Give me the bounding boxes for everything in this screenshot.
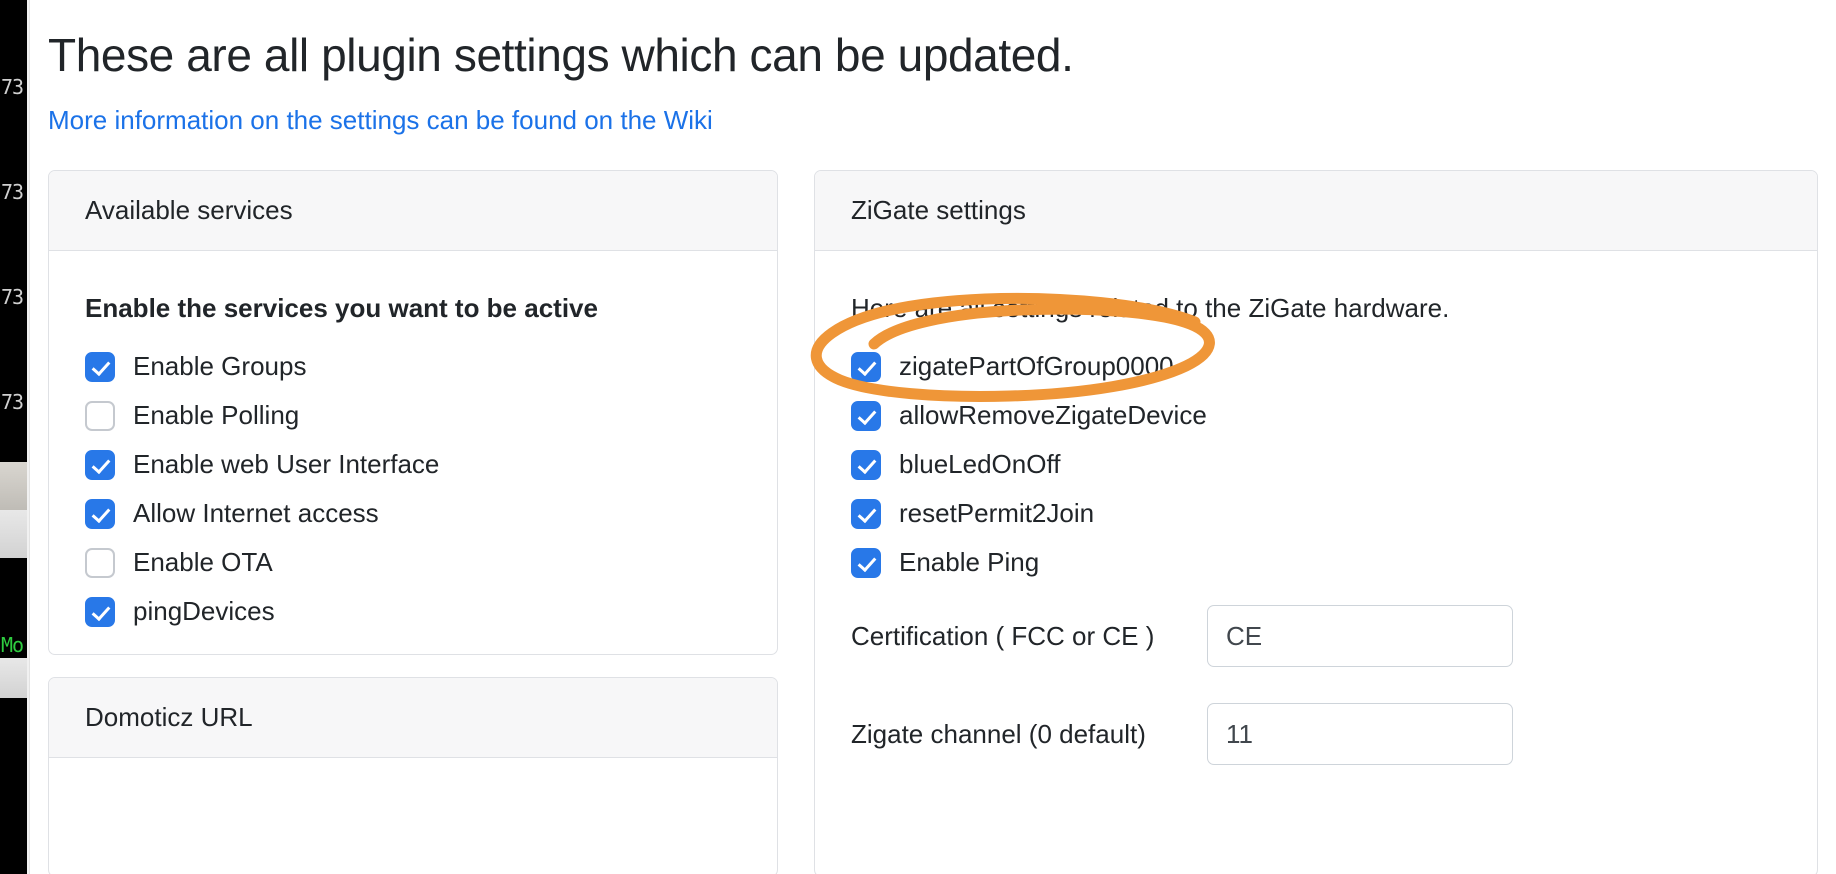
checkbox-row-enable-polling[interactable]: Enable Polling	[85, 391, 741, 440]
checkbox-enable-ota[interactable]	[85, 547, 115, 578]
checkbox-label: resetPermit2Join	[899, 498, 1095, 528]
checkbox-label: Enable OTA	[133, 547, 273, 577]
certification-input[interactable]	[1207, 605, 1513, 667]
card-domoticz-url: Domoticz URL	[48, 677, 778, 874]
field-label-zigate-channel: Zigate channel (0 default)	[851, 718, 1146, 749]
checkbox-row-zigate-part-of-group0000[interactable]: zigatePartOfGroup0000	[851, 342, 1781, 391]
background-terminal-strip-lower: Mo Mo Mo	[0, 558, 27, 658]
card-header-domoticz-url: Domoticz URL	[49, 678, 777, 758]
terminal-line: Mo	[1, 633, 24, 657]
checkbox-label: Enable Ping	[899, 547, 1040, 577]
checkbox-label: Allow Internet access	[133, 498, 379, 528]
checkbox-row-allow-remove-zigate-device[interactable]: allowRemoveZigateDevice	[851, 391, 1781, 440]
checkbox-label: allowRemoveZigateDevice	[899, 400, 1207, 430]
checkbox-blue-led-on-off[interactable]	[851, 449, 881, 480]
card-title: ZiGate settings	[851, 195, 1026, 225]
checkbox-enable-ping[interactable]	[851, 547, 881, 578]
checkbox-label: blueLedOnOff	[899, 449, 1061, 479]
checkbox-label: Enable web User Interface	[133, 449, 440, 479]
page-content: These are all plugin settings which can …	[30, 0, 1836, 874]
checkbox-allow-remove-zigate-device[interactable]	[851, 400, 881, 431]
checkbox-row-enable-ota[interactable]: Enable OTA	[85, 538, 741, 587]
card-body-zigate-settings: Here are all settings related to the ZiG…	[815, 251, 1817, 783]
checkbox-label: Enable Polling	[133, 400, 300, 430]
background-window-titlebar	[0, 462, 27, 510]
card-header-zigate-settings: ZiGate settings	[815, 171, 1817, 251]
wiki-link[interactable]: More information on the settings can be …	[48, 105, 713, 136]
checkbox-enable-web-user-interface[interactable]	[85, 449, 115, 480]
card-zigate-settings: ZiGate settings Here are all settings re…	[814, 170, 1818, 874]
card-title: Domoticz URL	[85, 702, 253, 732]
checkbox-row-reset-permit2join[interactable]: resetPermit2Join	[851, 489, 1781, 538]
field-row-certification: Certification ( FCC or CE )	[851, 587, 1781, 685]
screen-root: 73 73 73 73 73 73 73 73 73 73 73 73 e Mo…	[0, 0, 1836, 874]
zigate-channel-input[interactable]	[1207, 703, 1513, 765]
checkbox-row-enable-ping[interactable]: Enable Ping	[851, 538, 1781, 587]
background-window-statusbar	[0, 658, 27, 698]
checkbox-reset-permit2join[interactable]	[851, 498, 881, 529]
checkbox-label: pingDevices	[133, 596, 275, 626]
background-terminal-strip-bottom	[0, 698, 27, 874]
checkbox-row-enable-web-user-interface[interactable]: Enable web User Interface	[85, 440, 741, 489]
checkbox-row-ping-devices[interactable]: pingDevices	[85, 587, 741, 636]
card-available-services: Available services Enable the services y…	[48, 170, 778, 655]
terminal-line: 73	[1, 75, 24, 99]
checkbox-enable-polling[interactable]	[85, 400, 115, 431]
available-services-heading: Enable the services you want to be activ…	[85, 293, 598, 323]
card-body-available-services: Enable the services you want to be activ…	[49, 251, 777, 636]
checkbox-row-blue-led-on-off[interactable]: blueLedOnOff	[851, 440, 1781, 489]
checkbox-allow-internet-access[interactable]	[85, 498, 115, 529]
checkbox-zigate-part-of-group0000[interactable]	[851, 351, 881, 382]
terminal-line: 73	[1, 285, 24, 309]
card-header-available-services: Available services	[49, 171, 777, 251]
card-title: Available services	[85, 195, 293, 225]
field-label-certification: Certification ( FCC or CE )	[851, 620, 1155, 651]
terminal-line: 73	[1, 390, 24, 414]
checkbox-label: zigatePartOfGroup0000	[899, 351, 1174, 381]
checkbox-row-allow-internet-access[interactable]: Allow Internet access	[85, 489, 741, 538]
zigate-settings-intro: Here are all settings related to the ZiG…	[851, 293, 1450, 323]
checkbox-enable-groups[interactable]	[85, 351, 115, 382]
checkbox-row-enable-groups[interactable]: Enable Groups	[85, 342, 741, 391]
checkbox-ping-devices[interactable]	[85, 596, 115, 627]
field-row-zigate-channel: Zigate channel (0 default)	[851, 685, 1781, 783]
terminal-line: 73	[1, 180, 24, 204]
background-window-toolbar	[0, 510, 27, 558]
checkbox-label: Enable Groups	[133, 351, 307, 381]
page-title: These are all plugin settings which can …	[48, 29, 1074, 81]
